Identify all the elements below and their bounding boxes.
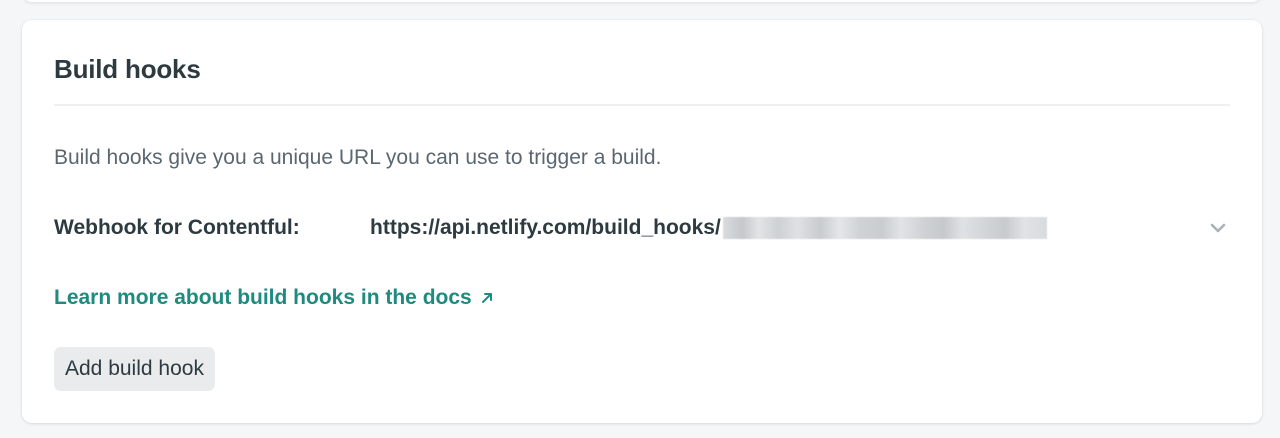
docs-link[interactable]: Learn more about build hooks in the docs (54, 284, 494, 312)
hook-url-redacted-token (722, 217, 1047, 239)
docs-link-label: Learn more about build hooks in the docs (54, 286, 472, 309)
chevron-down-icon (1210, 223, 1226, 233)
section-title: Build hooks (54, 54, 201, 84)
hook-url: https://api.netlify.com/build_hooks/ (370, 216, 1047, 240)
card-header: Build hooks (54, 52, 1230, 106)
build-hooks-card: Build hooks Build hooks give you a uniqu… (22, 20, 1262, 423)
previous-card (22, 0, 1262, 2)
arrow-up-right-icon (480, 291, 494, 305)
hook-url-prefix: https://api.netlify.com/build_hooks/ (370, 216, 721, 239)
expand-hook-button[interactable] (1206, 212, 1230, 244)
build-hook-row[interactable]: Webhook for Contentful: https://api.netl… (54, 212, 1230, 244)
add-build-hook-button[interactable]: Add build hook (54, 347, 215, 391)
hook-name-label: Webhook for Contentful: (54, 216, 300, 239)
section-description: Build hooks give you a unique URL you ca… (54, 146, 662, 169)
